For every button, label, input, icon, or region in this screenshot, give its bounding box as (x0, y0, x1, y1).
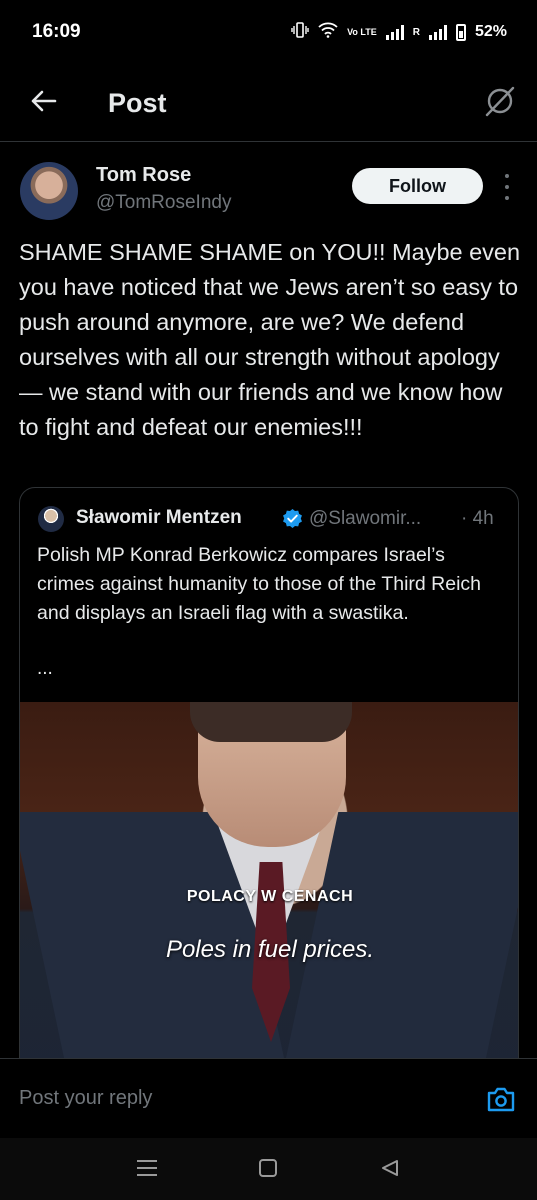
author-handle[interactable]: @TomRoseIndy (96, 192, 231, 214)
roaming-label: R (412, 26, 420, 38)
signal-icon-2 (428, 24, 447, 40)
arrow-left-icon[interactable] (28, 86, 58, 116)
more-options-icon[interactable] (500, 174, 514, 200)
quote-timestamp: · 4h (461, 508, 494, 529)
battery-percent: 52% (474, 23, 507, 40)
quote-author-name: Sławomir Mentzen (76, 507, 242, 528)
quote-author-handle: @Slawomir... (309, 508, 422, 529)
video-caption-bottom: Poles in fuel prices. (165, 936, 375, 963)
reply-input[interactable]: Post your reply (19, 1087, 152, 1110)
quote-ellipsis: ... (37, 658, 53, 679)
system-nav-bar (0, 1138, 537, 1200)
author-name[interactable]: Tom Rose (96, 164, 191, 187)
post-text: SHAME SHAME SHAME on YOU!! Maybe even yo… (19, 239, 521, 440)
top-bar: Post (0, 64, 537, 142)
status-icons: Vo LTE R 52% (291, 22, 507, 42)
status-bar: 16:09 Vo LTE R 52% (0, 0, 537, 64)
volte-label: Vo LTE (347, 26, 377, 37)
battery-icon (455, 23, 466, 41)
quoted-post[interactable]: Sławomir Mentzen @Slawomir... · 4h Polis… (19, 487, 519, 1077)
grok-icon[interactable] (483, 84, 517, 118)
quote-author-avatar (38, 506, 64, 532)
status-time: 16:09 (32, 21, 81, 42)
video-figure-hair (190, 702, 352, 742)
follow-button[interactable]: Follow (352, 168, 483, 204)
wifi-icon (318, 22, 338, 42)
home-icon[interactable] (259, 1159, 277, 1177)
recent-apps-icon[interactable] (137, 1160, 157, 1176)
verified-badge-icon (283, 508, 302, 529)
camera-icon[interactable] (486, 1085, 516, 1113)
vibrate-icon (291, 22, 309, 42)
quote-text: Polish MP Konrad Berkowicz compares Isra… (37, 544, 482, 624)
quote-video[interactable]: POLACY W CENACH Poles in fuel prices. (20, 702, 518, 1076)
back-triangle-icon[interactable] (380, 1158, 400, 1178)
page-title: Post (108, 88, 167, 118)
author-avatar[interactable] (20, 162, 78, 220)
video-caption-top: POLACY W CENACH (186, 888, 354, 905)
reply-bar: Post your reply (0, 1058, 537, 1138)
signal-icon (385, 24, 404, 40)
